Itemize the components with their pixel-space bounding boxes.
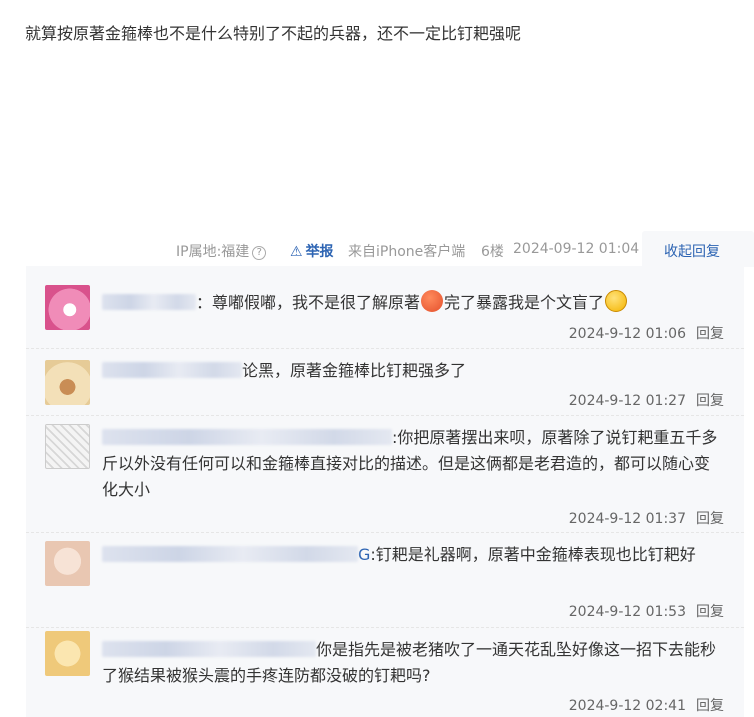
- reply-item: 论黑，原著金箍棒比钉耙强多了 2024-9-12 01:27 回复: [26, 348, 744, 416]
- collapse-replies-tab[interactable]: 收起回复: [642, 231, 754, 267]
- reply-panel: ：尊嘟假嘟，我不是很了解原著 完了暴露我是个文盲了 2024-9-12 01:06…: [26, 266, 744, 717]
- reply-meta: 2024-9-12 01:37 回复: [569, 508, 724, 528]
- post-datetime: 2024-09-12 01:04: [513, 241, 640, 257]
- username-blurred[interactable]: [102, 429, 392, 445]
- reply-body: G:钉耙是礼器啊，原著中金箍棒表现也比钉耙好: [102, 542, 722, 568]
- username-blurred[interactable]: [102, 641, 316, 657]
- reply-time: 2024-9-12 02:41: [568, 698, 686, 714]
- reply-body: :你把原著摆出来呗，原著除了说钉耙重五千多斤以外没有任何可以和金箍棒直接对比的描…: [102, 425, 722, 503]
- reply-meta: 2024-9-12 01:06 回复: [569, 323, 724, 343]
- report-label: 举报: [305, 244, 334, 260]
- angry-emoji-icon: [421, 290, 444, 312]
- reply-meta: 2024-9-12 01:27 回复: [569, 390, 724, 410]
- floor-number: 6楼: [481, 244, 504, 260]
- collapse-replies-button[interactable]: 收起回复: [664, 241, 720, 261]
- help-icon[interactable]: ?: [252, 246, 267, 260]
- reply-item: ：尊嘟假嘟，我不是很了解原著 完了暴露我是个文盲了 2024-9-12 01:06…: [26, 266, 744, 349]
- username-blurred[interactable]: [102, 294, 196, 310]
- reply-body: ：尊嘟假嘟，我不是很了解原著 完了暴露我是个文盲了: [102, 290, 722, 316]
- device-info: 来自iPhone客户端: [348, 244, 466, 260]
- reply-button[interactable]: 回复: [696, 698, 724, 714]
- reply-button[interactable]: 回复: [696, 604, 724, 620]
- reply-body: 论黑，原著金箍棒比钉耙强多了: [102, 358, 722, 384]
- reply-button[interactable]: 回复: [696, 326, 724, 342]
- reply-text: :钉耙是礼器啊，原著中金箍棒表现也比钉耙好: [370, 545, 696, 564]
- avatar[interactable]: [45, 424, 90, 469]
- warning-icon: ⚠: [290, 244, 303, 260]
- reply-body: 你是指先是被老猪吹了一通天花乱坠好像这一招下去能秒了猴结果被猴头震的手疼连防都没…: [102, 637, 722, 689]
- avatar[interactable]: [45, 541, 90, 586]
- post-content: 就算按原著金箍棒也不是什么特别了不起的兵器，还不一定比钉耙强呢: [25, 24, 522, 43]
- reply-text: 尊嘟假嘟，我不是很了解原著: [212, 293, 421, 312]
- post-tail: IP属地:福建? ⚠ 举报 来自iPhone客户端 6楼 2024-09-12 0…: [0, 237, 754, 265]
- reply-time: 2024-9-12 01:53: [568, 604, 686, 620]
- crying-emoji-icon: [605, 290, 628, 312]
- reply-text: 论黑，原著金箍棒比钉耙强多了: [242, 361, 467, 380]
- username-blurred[interactable]: [102, 362, 242, 378]
- avatar[interactable]: [45, 285, 90, 330]
- reply-item: :你把原著摆出来呗，原著除了说钉耙重五千多斤以外没有任何可以和金箍棒直接对比的描…: [26, 415, 744, 533]
- ip-location-text: IP属地:福建: [176, 244, 250, 260]
- username-blurred[interactable]: [102, 546, 358, 562]
- reply-item: G:钉耙是礼器啊，原著中金箍棒表现也比钉耙好 2024-9-12 01:53 回复: [26, 532, 744, 628]
- username-tail: ：: [196, 293, 213, 312]
- reply-text-tail: 完了暴露我是个文盲了: [444, 293, 605, 312]
- reply-time: 2024-9-12 01:27: [568, 393, 686, 409]
- reply-button[interactable]: 回复: [696, 511, 724, 527]
- reply-time: 2024-9-12 01:06: [568, 326, 686, 342]
- ip-location: IP属地:福建?: [176, 241, 267, 261]
- avatar[interactable]: [45, 360, 90, 405]
- reply-item: 你是指先是被老猪吹了一通天花乱坠好像这一招下去能秒了猴结果被猴头震的手疼连防都没…: [26, 627, 744, 717]
- report-link[interactable]: ⚠ 举报: [290, 241, 334, 261]
- username-tail: G: [358, 545, 371, 564]
- reply-meta: 2024-9-12 01:53 回复: [569, 601, 724, 621]
- reply-meta: 2024-9-12 02:41 回复: [569, 695, 724, 715]
- avatar[interactable]: [45, 631, 90, 676]
- reply-time: 2024-9-12 01:37: [568, 511, 686, 527]
- reply-button[interactable]: 回复: [696, 393, 724, 409]
